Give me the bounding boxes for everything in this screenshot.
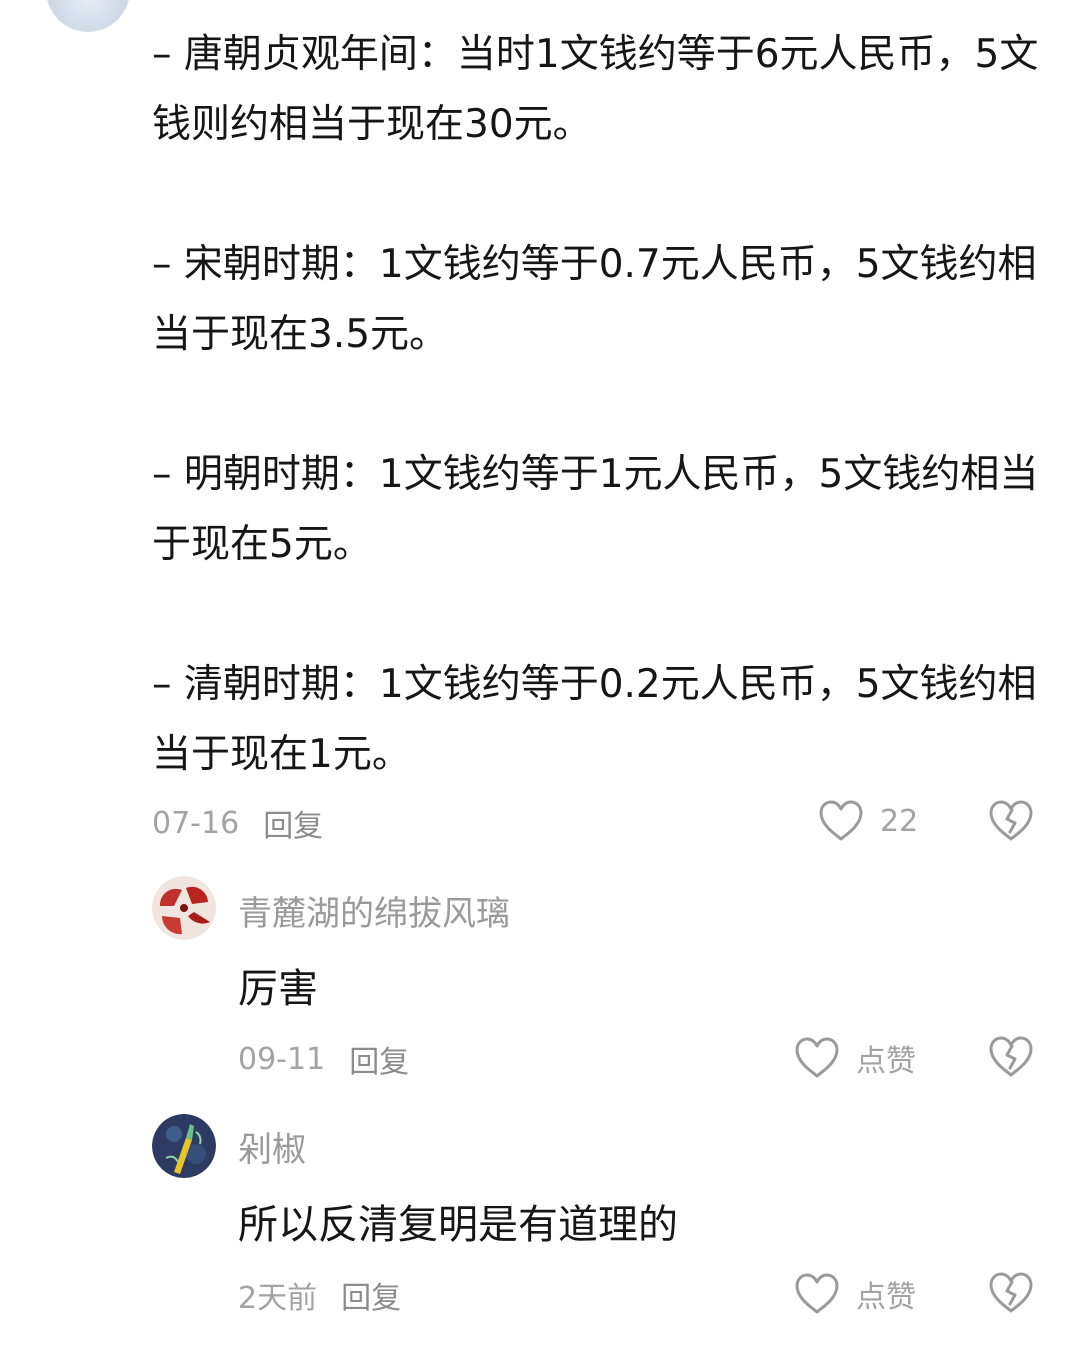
comment-paragraph-ming: – 明朝时期：1文钱约等于1元人民币，5文钱约相当于现在5元。 [152,452,1039,567]
illustrated-avatar-image [152,1114,216,1178]
fan-pattern-avatar-image [152,876,216,940]
like-label: 点赞 [856,1044,916,1079]
comment-paragraph-qing: – 清朝时期：1文钱约等于0.2元人民币，5文钱约相当于现在1元。 [152,662,1037,777]
reply-button[interactable]: 回复 [341,1273,401,1317]
reply-meta: 09-11 回复 [238,1034,409,1084]
reply-avatar[interactable] [152,876,216,940]
comment-meta: 07-16 回复 [152,798,323,848]
comment-body: – 唐朝贞观年间：当时1文钱约等于6元人民币，5文钱则约相当于现在30元。 – … [152,20,1042,790]
comment-paragraph-song: – 宋朝时期：1文钱约等于0.7元人民币，5文钱约相当于现在3.5元。 [152,242,1037,357]
reply-date: 09-11 [238,1041,326,1077]
reply-avatar[interactable] [152,1114,216,1178]
like-button[interactable]: 点赞 [794,1272,916,1316]
heart-outline-icon [795,1037,839,1078]
commenter-avatar[interactable] [46,0,130,32]
reply-text: 所以反清复明是有道理的 [238,1202,678,1248]
reply-username[interactable]: 青麓湖的绵拔风璃 [238,886,510,935]
heart-outline-icon [819,800,863,841]
broken-heart-icon[interactable] [988,800,1034,842]
reply-meta: 2天前 回复 [238,1270,401,1320]
like-button[interactable]: 22 [818,800,918,842]
comment-thread: – 唐朝贞观年间：当时1文钱约等于6元人民币，5文钱则约相当于现在30元。 – … [0,0,1080,1352]
reply-date: 2天前 [238,1281,318,1316]
reply-username[interactable]: 剁椒 [238,1122,306,1171]
like-count: 22 [880,803,919,839]
like-label: 点赞 [856,1280,916,1315]
broken-heart-icon[interactable] [988,1036,1034,1078]
reply-button[interactable]: 回复 [263,801,323,845]
comment-paragraph-tang: – 唐朝贞观年间：当时1文钱约等于6元人民币，5文钱则约相当于现在30元。 [152,32,1039,147]
reply-text: 厉害 [238,966,318,1012]
like-button[interactable]: 点赞 [794,1036,916,1080]
comment-date: 07-16 [152,805,240,841]
broken-heart-icon[interactable] [988,1272,1034,1314]
heart-outline-icon [795,1273,839,1314]
reply-button[interactable]: 回复 [349,1037,409,1081]
